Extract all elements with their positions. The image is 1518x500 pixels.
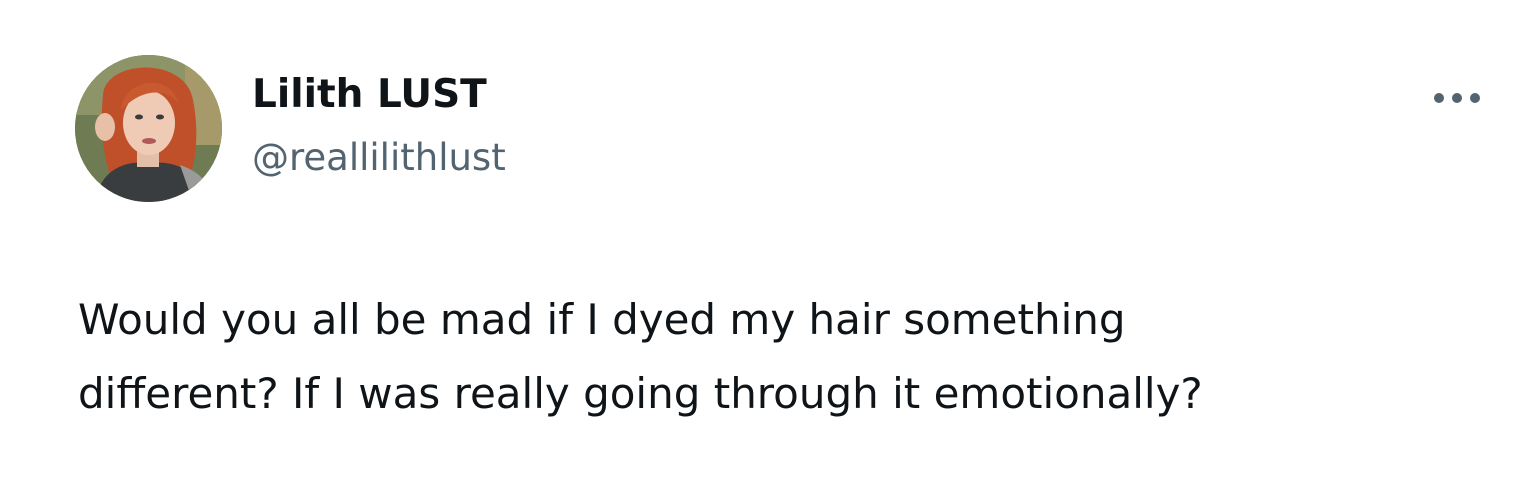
user-handle[interactable]: @reallilithlust (252, 133, 506, 183)
tweet-text: Would you all be mad if I dyed my hair s… (78, 283, 1458, 431)
display-name[interactable]: Lilith LUST (252, 70, 487, 120)
profile-photo-icon (75, 55, 222, 202)
more-options-icon (1434, 93, 1480, 103)
more-options-button[interactable] (1422, 78, 1492, 118)
tweet-text-line: different? If I was really going through… (78, 369, 1203, 418)
avatar[interactable] (75, 55, 222, 202)
tweet-card: Lilith LUST @reallilithlust Would you al… (0, 0, 1518, 500)
tweet-text-line: Would you all be mad if I dyed my hair s… (78, 295, 1126, 344)
